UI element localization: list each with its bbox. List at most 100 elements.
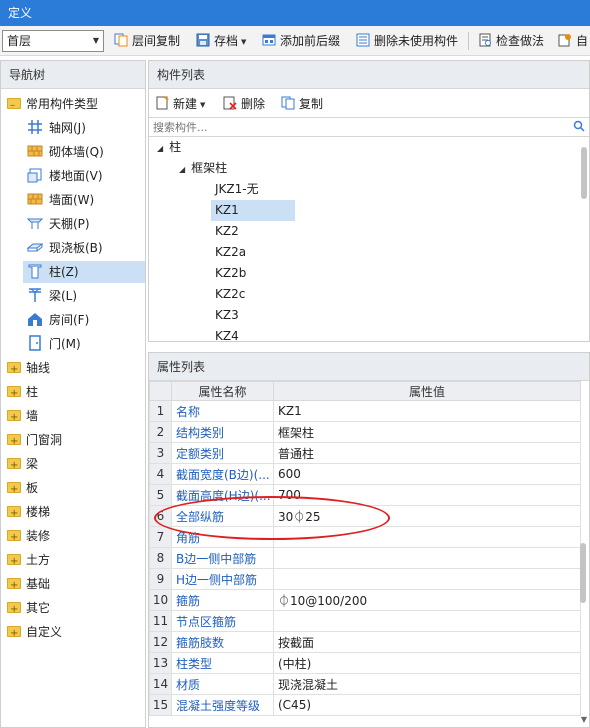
main-toolbar: 首层 ▼ 层间复制 存档 ▼ 添加前后缀 删除未使用构件 检查做法 自 xyxy=(0,26,590,56)
nav-item-beam[interactable]: 梁(L) xyxy=(23,285,143,307)
search-icon[interactable] xyxy=(573,120,585,132)
nav-root-common[interactable]: 常用构件类型 xyxy=(7,93,98,117)
property-row[interactable]: 2 结构类别 框架柱 xyxy=(149,421,581,443)
tree-node-column[interactable]: ◢ 柱 xyxy=(157,137,181,158)
nav-item-ceiling[interactable]: 天棚(P) xyxy=(23,213,143,235)
tree-item[interactable]: KZ3 xyxy=(211,305,293,326)
nav-group-axis[interactable]: 轴线 xyxy=(7,357,50,381)
add-prefix-suffix-button[interactable]: 添加前后缀 xyxy=(262,31,340,51)
property-value[interactable]: 普通柱 xyxy=(273,442,581,464)
tree-item[interactable]: KZ2c xyxy=(211,284,293,305)
property-header-row: 属性名称 属性值 xyxy=(149,381,581,401)
auto-button[interactable]: 自 xyxy=(558,31,588,51)
property-row[interactable]: 14 材质 现浇混凝土 xyxy=(149,673,581,695)
property-row[interactable]: 9 H边一侧中部筋 xyxy=(149,568,581,590)
nav-group-foundation[interactable]: 基础 xyxy=(7,573,50,597)
property-row[interactable]: 1 名称 KZ1 xyxy=(149,400,581,422)
tree-item[interactable]: KZ2 xyxy=(211,221,293,242)
tree-node-label: 柱 xyxy=(169,140,182,154)
property-row[interactable]: 11 节点区箍筋 xyxy=(149,610,581,632)
property-value[interactable]: (C45) xyxy=(273,694,581,716)
component-tree: ◢ 柱 ◢ 框架柱 JKZ1-无 KZ1 KZ2 KZ2a KZ2b KZ2c KZ… xyxy=(149,137,589,343)
nav-item-door[interactable]: 门(M) xyxy=(23,333,143,355)
nav-group-wall[interactable]: 墙 xyxy=(7,405,38,429)
nav-group-openings[interactable]: 门窗洞 xyxy=(7,429,63,453)
property-value[interactable]: 30⏀25 xyxy=(273,505,581,527)
nav-group-beam[interactable]: 梁 xyxy=(7,453,38,477)
row-number: 5 xyxy=(149,484,172,506)
property-value[interactable]: 框架柱 xyxy=(273,421,581,443)
row-number: 14 xyxy=(149,673,172,695)
delete-unused-button[interactable]: 删除未使用构件 xyxy=(356,31,458,51)
tree-item[interactable]: KZ2b xyxy=(211,263,293,284)
nav-group-custom[interactable]: 自定义 xyxy=(7,621,62,645)
property-scrollbar[interactable] xyxy=(580,543,586,603)
tree-item-label: JKZ1-无 xyxy=(215,182,259,196)
folder-icon xyxy=(7,551,21,573)
nav-item-axis-grid[interactable]: 轴网(J) xyxy=(23,117,143,139)
nav-item-label: 现浇板(B) xyxy=(49,241,103,255)
nav-item-label: 天棚(P) xyxy=(49,217,90,231)
property-row[interactable]: 8 B边一侧中部筋 xyxy=(149,547,581,569)
nav-group-column[interactable]: 柱 xyxy=(7,381,38,405)
nav-item-cast-slab[interactable]: 现浇板(B) xyxy=(23,237,143,259)
property-row[interactable]: 5 截面高度(H边)(... 700 xyxy=(149,484,581,506)
property-value[interactable]: 现浇混凝土 xyxy=(273,673,581,695)
property-row[interactable]: 4 截面宽度(B边)(... 600 xyxy=(149,463,581,485)
property-value[interactable] xyxy=(273,610,581,632)
property-row[interactable]: 13 柱类型 (中柱) xyxy=(149,652,581,674)
property-value[interactable] xyxy=(273,568,581,590)
nav-item-masonry-wall[interactable]: 砌体墙(Q) xyxy=(23,141,143,163)
tree-item[interactable]: KZ2a xyxy=(211,242,293,263)
copy-between-floors-button[interactable]: 层间复制 xyxy=(114,31,180,51)
property-row[interactable]: 15 混凝土强度等级 (C45) xyxy=(149,694,581,716)
archive-button[interactable]: 存档 ▼ xyxy=(196,31,246,51)
property-row[interactable]: 7 角筋 xyxy=(149,526,581,548)
tree-item[interactable]: JKZ1-无 xyxy=(211,179,293,200)
nav-group-other[interactable]: 其它 xyxy=(7,597,50,621)
tree-item[interactable]: KZ4 xyxy=(211,326,293,347)
wall-surface-icon xyxy=(27,193,43,205)
nav-group-finishes[interactable]: 装修 xyxy=(7,525,50,549)
tree-item-label: KZ2c xyxy=(215,287,246,301)
property-row[interactable]: 12 箍筋肢数 按截面 xyxy=(149,631,581,653)
scroll-down-icon[interactable]: ▼ xyxy=(581,715,587,724)
property-value[interactable]: ⏀10@100/200 xyxy=(273,589,581,611)
property-value[interactable]: 700 xyxy=(273,484,581,506)
nav-group-label: 门窗洞 xyxy=(26,433,63,447)
nav-item-wall-surface[interactable]: 墙面(W) xyxy=(23,189,143,211)
row-number: 4 xyxy=(149,463,172,485)
new-component-button[interactable]: 新建 ▼ xyxy=(155,94,205,114)
cast-slab-icon xyxy=(27,243,43,252)
tree-item-selected[interactable]: KZ1 xyxy=(211,200,295,221)
nav-tree-panel: 导航树 常用构件类型 轴网(J) 砌体墙(Q) 楼地面(V) xyxy=(0,60,146,728)
property-list-title: 属性列表 xyxy=(149,353,589,381)
tree-item-label: KZ2b xyxy=(215,266,247,280)
property-name: 节点区箍筋 xyxy=(171,610,274,632)
nav-item-floor[interactable]: 楼地面(V) xyxy=(23,165,143,187)
auto-icon xyxy=(558,34,571,47)
property-value[interactable]: (中柱) xyxy=(273,652,581,674)
nav-group-slab[interactable]: 板 xyxy=(7,477,38,501)
tree-node-frame-column[interactable]: ◢ 框架柱 xyxy=(179,158,227,179)
nav-group-stairs[interactable]: 楼梯 xyxy=(7,501,50,525)
copy-component-button[interactable]: 复制 xyxy=(281,94,323,114)
floor-select[interactable]: 首层 ▼ xyxy=(2,30,104,52)
delete-component-button[interactable]: 删除 xyxy=(223,94,265,114)
property-value[interactable]: 600 xyxy=(273,463,581,485)
property-row[interactable]: 10 箍筋 ⏀10@100/200 xyxy=(149,589,581,611)
property-value[interactable]: 按截面 xyxy=(273,631,581,653)
nav-group-earthwork[interactable]: 土方 xyxy=(7,549,50,573)
property-row[interactable]: 3 定额类别 普通柱 xyxy=(149,442,581,464)
component-search-input[interactable] xyxy=(149,118,569,136)
nav-item-column[interactable]: 柱(Z) xyxy=(23,261,145,283)
check-method-button[interactable]: 检查做法 xyxy=(478,31,544,51)
row-number: 3 xyxy=(149,442,172,464)
property-row[interactable]: 6 全部纵筋 30⏀25 xyxy=(149,505,581,527)
nav-item-room[interactable]: 房间(F) xyxy=(23,309,143,331)
property-value[interactable] xyxy=(273,547,581,569)
property-name: 结构类别 xyxy=(171,421,274,443)
component-scrollbar[interactable] xyxy=(581,147,587,199)
property-value[interactable]: KZ1 xyxy=(273,400,581,422)
property-value[interactable] xyxy=(273,526,581,548)
